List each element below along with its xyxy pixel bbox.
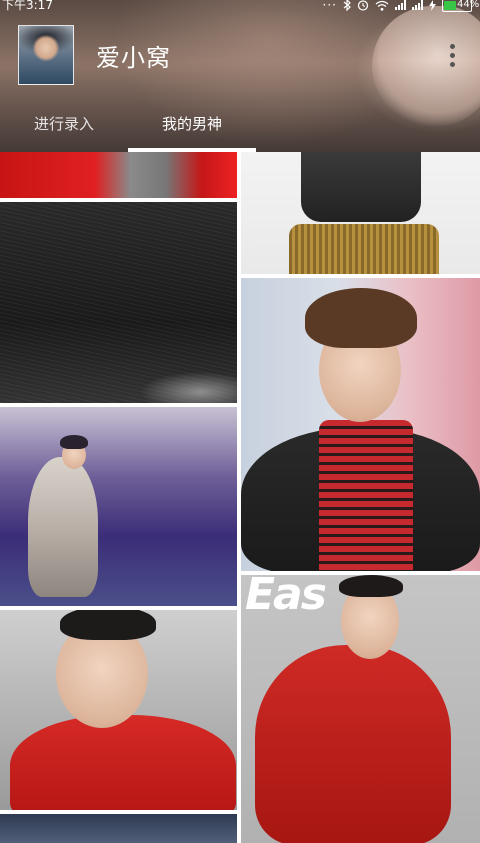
status-time: 下午3:17: [2, 0, 53, 12]
photo-grid: Eas: [0, 152, 480, 843]
photo-theater-seats[interactable]: [0, 407, 237, 606]
photo-red-jacket[interactable]: [0, 152, 237, 198]
photo-dark-backdrop[interactable]: [0, 202, 237, 403]
signal-icon: [412, 0, 423, 10]
battery-icon: 44%: [442, 0, 479, 12]
charging-icon: [429, 0, 436, 11]
photo-red-shirt-portrait[interactable]: [0, 610, 237, 810]
photo-striped-pants[interactable]: [241, 152, 480, 274]
signal-icon: [395, 0, 406, 10]
more-dots-icon: ···: [322, 0, 337, 12]
battery-percent: 44%: [457, 0, 480, 10]
tab-bar: 进行录入 我的男神: [0, 108, 480, 152]
alarm-icon: [357, 0, 369, 11]
wifi-icon: [375, 0, 389, 11]
photo-partial[interactable]: [0, 814, 237, 843]
username: 爱小窝: [96, 44, 171, 72]
tab-my-idols[interactable]: 我的男神: [128, 108, 256, 152]
bluetooth-icon: [343, 0, 351, 11]
profile-header: 下午3:17 ··· 44% 爱小窝 进行录入 我的男神: [0, 0, 480, 152]
avatar[interactable]: [18, 25, 74, 85]
photo-plaid-shirt-portrait[interactable]: [241, 278, 480, 571]
tab-entry[interactable]: 进行录入: [0, 108, 128, 152]
magazine-title: Eas: [245, 575, 327, 620]
photo-magazine-red-shirt[interactable]: Eas: [241, 575, 480, 843]
status-bar: 下午3:17 ··· 44%: [0, 0, 480, 14]
more-options-icon[interactable]: [442, 40, 462, 70]
